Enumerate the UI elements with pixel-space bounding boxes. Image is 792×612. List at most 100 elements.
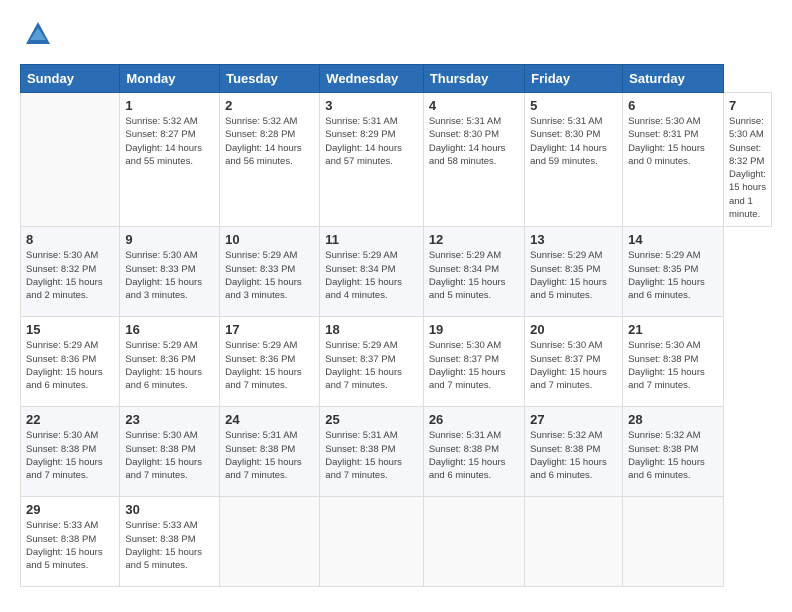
day-cell-12: 12 Sunrise: 5:29 AMSunset: 8:34 PMDayligh… [423, 227, 524, 317]
day-info-2: Sunrise: 5:32 AMSunset: 8:28 PMDaylight:… [225, 115, 314, 168]
day-info-20: Sunrise: 5:30 AMSunset: 8:37 PMDaylight:… [530, 339, 617, 392]
day-cell-9: 9 Sunrise: 5:30 AMSunset: 8:33 PMDaylight… [120, 227, 220, 317]
day-info-19: Sunrise: 5:30 AMSunset: 8:37 PMDaylight:… [429, 339, 519, 392]
day-info-9: Sunrise: 5:30 AMSunset: 8:33 PMDaylight:… [125, 249, 214, 302]
logo-icon [24, 20, 52, 48]
day-info-28: Sunrise: 5:32 AMSunset: 8:38 PMDaylight:… [628, 429, 718, 482]
day-number-29: 29 [26, 502, 114, 517]
day-cell-22: 22Sunrise: 5:30 AMSunset: 8:38 PMDayligh… [21, 407, 120, 497]
day-cell-2: 2 Sunrise: 5:32 AMSunset: 8:28 PMDaylight… [220, 93, 320, 227]
day-cell-21: 21 Sunrise: 5:30 AMSunset: 8:38 PMDayligh… [623, 317, 724, 407]
week-row-2: 8Sunrise: 5:30 AMSunset: 8:32 PMDaylight… [21, 227, 772, 317]
weekday-header-tuesday: Tuesday [220, 65, 320, 93]
day-number-3: 3 [325, 98, 418, 113]
logo [20, 20, 52, 48]
day-info-8: Sunrise: 5:30 AMSunset: 8:32 PMDaylight:… [26, 249, 114, 302]
day-number-7: 7 [729, 98, 766, 113]
day-number-27: 27 [530, 412, 617, 427]
empty-cell [525, 497, 623, 587]
day-cell-8: 8Sunrise: 5:30 AMSunset: 8:32 PMDaylight… [21, 227, 120, 317]
day-number-10: 10 [225, 232, 314, 247]
empty-cell [21, 93, 120, 227]
day-number-28: 28 [628, 412, 718, 427]
day-info-10: Sunrise: 5:29 AMSunset: 8:33 PMDaylight:… [225, 249, 314, 302]
day-info-25: Sunrise: 5:31 AMSunset: 8:38 PMDaylight:… [325, 429, 418, 482]
day-cell-3: 3 Sunrise: 5:31 AMSunset: 8:29 PMDaylight… [320, 93, 424, 227]
day-cell-6: 6 Sunrise: 5:30 AMSunset: 8:31 PMDaylight… [623, 93, 724, 227]
day-number-15: 15 [26, 322, 114, 337]
day-info-24: Sunrise: 5:31 AMSunset: 8:38 PMDaylight:… [225, 429, 314, 482]
week-row-5: 29 Sunrise: 5:33 AMSunset: 8:38 PMDayligh… [21, 497, 772, 587]
weekday-header-wednesday: Wednesday [320, 65, 424, 93]
empty-cell [220, 497, 320, 587]
day-cell-20: 20 Sunrise: 5:30 AMSunset: 8:37 PMDayligh… [525, 317, 623, 407]
day-info-12: Sunrise: 5:29 AMSunset: 8:34 PMDaylight:… [429, 249, 519, 302]
day-info-3: Sunrise: 5:31 AMSunset: 8:29 PMDaylight:… [325, 115, 418, 168]
day-number-30: 30 [125, 502, 214, 517]
weekday-header-sunday: Sunday [21, 65, 120, 93]
day-number-2: 2 [225, 98, 314, 113]
day-info-6: Sunrise: 5:30 AMSunset: 8:31 PMDaylight:… [628, 115, 718, 168]
day-info-17: Sunrise: 5:29 AMSunset: 8:36 PMDaylight:… [225, 339, 314, 392]
day-number-23: 23 [125, 412, 214, 427]
day-number-16: 16 [125, 322, 214, 337]
day-number-13: 13 [530, 232, 617, 247]
day-number-5: 5 [530, 98, 617, 113]
day-info-21: Sunrise: 5:30 AMSunset: 8:38 PMDaylight:… [628, 339, 718, 392]
day-number-19: 19 [429, 322, 519, 337]
day-cell-27: 27 Sunrise: 5:32 AMSunset: 8:38 PMDayligh… [525, 407, 623, 497]
day-info-26: Sunrise: 5:31 AMSunset: 8:38 PMDaylight:… [429, 429, 519, 482]
day-number-20: 20 [530, 322, 617, 337]
day-cell-30: 30Sunrise: 5:33 AMSunset: 8:38 PMDayligh… [120, 497, 220, 587]
day-number-25: 25 [325, 412, 418, 427]
weekday-header-friday: Friday [525, 65, 623, 93]
day-cell-28: 28 Sunrise: 5:32 AMSunset: 8:38 PMDayligh… [623, 407, 724, 497]
day-info-27: Sunrise: 5:32 AMSunset: 8:38 PMDaylight:… [530, 429, 617, 482]
day-number-6: 6 [628, 98, 718, 113]
day-cell-5: 5 Sunrise: 5:31 AMSunset: 8:30 PMDaylight… [525, 93, 623, 227]
weekday-header-thursday: Thursday [423, 65, 524, 93]
empty-cell [423, 497, 524, 587]
day-info-4: Sunrise: 5:31 AMSunset: 8:30 PMDaylight:… [429, 115, 519, 168]
empty-cell [320, 497, 424, 587]
day-number-17: 17 [225, 322, 314, 337]
day-cell-11: 11 Sunrise: 5:29 AMSunset: 8:34 PMDayligh… [320, 227, 424, 317]
day-info-14: Sunrise: 5:29 AMSunset: 8:35 PMDaylight:… [628, 249, 718, 302]
day-number-24: 24 [225, 412, 314, 427]
day-cell-19: 19 Sunrise: 5:30 AMSunset: 8:37 PMDayligh… [423, 317, 524, 407]
day-info-15: Sunrise: 5:29 AMSunset: 8:36 PMDaylight:… [26, 339, 114, 392]
week-row-3: 15 Sunrise: 5:29 AMSunset: 8:36 PMDayligh… [21, 317, 772, 407]
day-cell-15: 15 Sunrise: 5:29 AMSunset: 8:36 PMDayligh… [21, 317, 120, 407]
day-number-12: 12 [429, 232, 519, 247]
week-row-4: 22Sunrise: 5:30 AMSunset: 8:38 PMDayligh… [21, 407, 772, 497]
day-cell-4: 4Sunrise: 5:31 AMSunset: 8:30 PMDaylight… [423, 93, 524, 227]
day-info-16: Sunrise: 5:29 AMSunset: 8:36 PMDaylight:… [125, 339, 214, 392]
day-cell-17: 17 Sunrise: 5:29 AMSunset: 8:36 PMDayligh… [220, 317, 320, 407]
week-row-1: 1Sunrise: 5:32 AMSunset: 8:27 PMDaylight… [21, 93, 772, 227]
day-info-13: Sunrise: 5:29 AMSunset: 8:35 PMDaylight:… [530, 249, 617, 302]
day-info-29: Sunrise: 5:33 AMSunset: 8:38 PMDaylight:… [26, 519, 114, 572]
day-cell-29: 29 Sunrise: 5:33 AMSunset: 8:38 PMDayligh… [21, 497, 120, 587]
day-info-22: Sunrise: 5:30 AMSunset: 8:38 PMDaylight:… [26, 429, 114, 482]
weekday-header-saturday: Saturday [623, 65, 724, 93]
day-cell-23: 23Sunrise: 5:30 AMSunset: 8:38 PMDayligh… [120, 407, 220, 497]
day-info-5: Sunrise: 5:31 AMSunset: 8:30 PMDaylight:… [530, 115, 617, 168]
page-header [20, 20, 772, 48]
day-number-11: 11 [325, 232, 418, 247]
day-info-11: Sunrise: 5:29 AMSunset: 8:34 PMDaylight:… [325, 249, 418, 302]
day-number-21: 21 [628, 322, 718, 337]
day-info-18: Sunrise: 5:29 AMSunset: 8:37 PMDaylight:… [325, 339, 418, 392]
day-cell-1: 1Sunrise: 5:32 AMSunset: 8:27 PMDaylight… [120, 93, 220, 227]
calendar-table: SundayMondayTuesdayWednesdayThursdayFrid… [20, 64, 772, 587]
day-cell-7: 7 Sunrise: 5:30 AMSunset: 8:32 PMDaylight… [723, 93, 771, 227]
day-number-9: 9 [125, 232, 214, 247]
day-number-14: 14 [628, 232, 718, 247]
day-number-26: 26 [429, 412, 519, 427]
day-cell-10: 10 Sunrise: 5:29 AMSunset: 8:33 PMDayligh… [220, 227, 320, 317]
day-cell-24: 24 Sunrise: 5:31 AMSunset: 8:38 PMDayligh… [220, 407, 320, 497]
day-info-7: Sunrise: 5:30 AMSunset: 8:32 PMDaylight:… [729, 115, 766, 221]
empty-cell [623, 497, 724, 587]
day-number-18: 18 [325, 322, 418, 337]
weekday-header-monday: Monday [120, 65, 220, 93]
weekday-header-row: SundayMondayTuesdayWednesdayThursdayFrid… [21, 65, 772, 93]
